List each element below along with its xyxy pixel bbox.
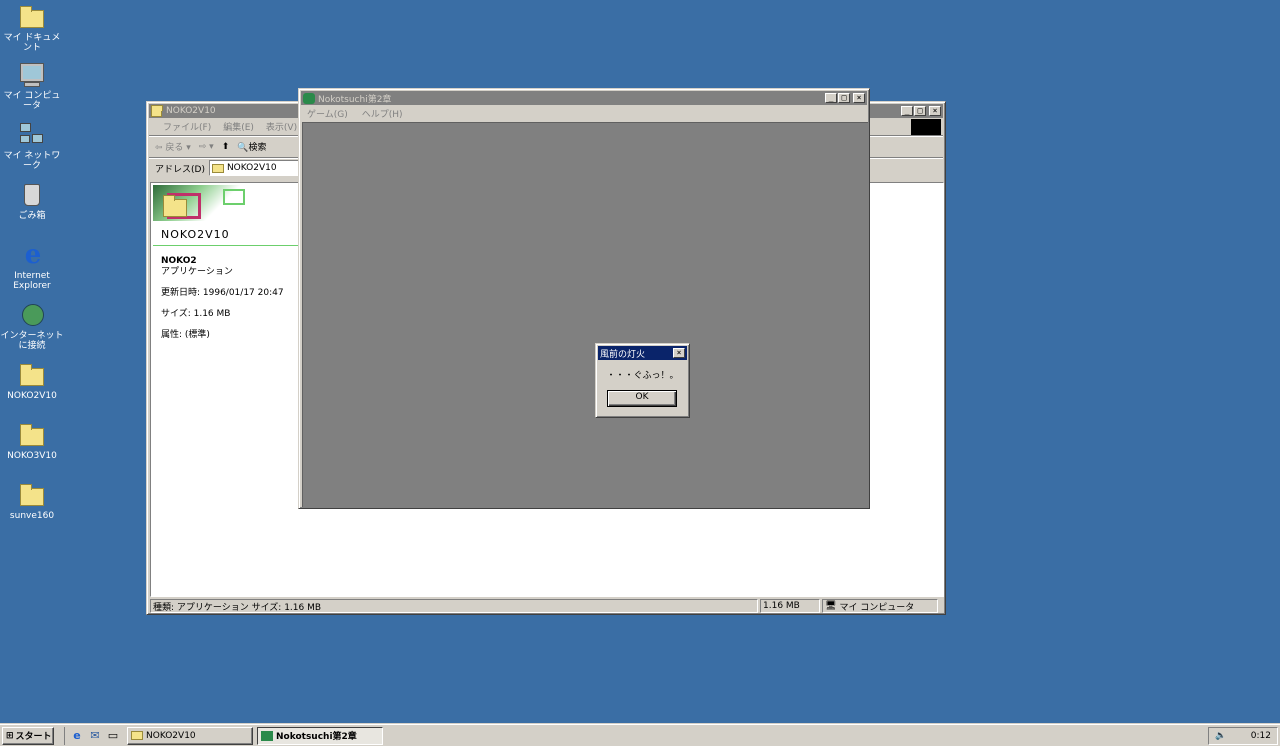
recycle-bin-icon (18, 182, 46, 208)
dialog-message: ・・・ぐふっ！。 (606, 371, 679, 381)
back-button[interactable]: ⇦ 戻る ▾ (155, 140, 191, 153)
start-label: スタート (15, 732, 52, 742)
windows-logo-icon (911, 118, 941, 135)
desktop-icon-label: マイ ネットワーク (3, 151, 61, 171)
menu-help[interactable]: ヘルプ(H) (362, 107, 403, 120)
system-tray: 🔈 0:12 (1208, 726, 1278, 745)
folder-icon (131, 731, 143, 740)
task-label: NOKO2V10 (146, 730, 196, 741)
desktop-icon-noko2v10[interactable]: NOKO2V10 (0, 362, 64, 401)
folder-icon (18, 362, 46, 388)
computer-icon (18, 62, 46, 88)
menu-view[interactable]: 表示(V) (266, 120, 297, 133)
folder-icon (18, 422, 46, 448)
item-name: NOKO2 (161, 256, 197, 266)
search-label: 検索 (248, 143, 267, 153)
menu-edit[interactable]: 編集(E) (223, 120, 254, 133)
up-folder-icon[interactable]: ⬆ (222, 142, 230, 152)
quick-launch: e ✉ ▭ (64, 726, 123, 745)
game-window[interactable]: Nokotsuchi第2章 _ □ × ゲーム(G) ヘルプ(H) (298, 88, 870, 509)
minimize-button[interactable]: _ (901, 106, 913, 116)
menu-game[interactable]: ゲーム(G) (307, 107, 348, 120)
desktop-icon-label: インターネットに接続 (0, 331, 64, 351)
volume-icon[interactable]: 🔈 (1215, 731, 1226, 741)
details-pane: NOKO2V10 NOKO2 アプリケーション 更新日時: 1996/01/17… (153, 185, 299, 341)
desktop-icon-sunve160[interactable]: sunve160 (0, 482, 64, 521)
app-icon (303, 92, 315, 104)
desktop-icon-label: ごみ箱 (18, 211, 46, 221)
address-value: NOKO2V10 (226, 163, 277, 173)
item-size: サイズ: 1.16 MB (161, 309, 231, 319)
connect-internet-icon (18, 302, 46, 328)
desktop-icon-my-computer[interactable]: マイ コンピュータ (0, 62, 64, 111)
desktop-icon-recycle-bin[interactable]: ごみ箱 (0, 182, 64, 221)
app-icon (261, 730, 273, 741)
menu-file[interactable]: ファイル(F) (163, 120, 211, 133)
status-info: 種類: アプリケーション サイズ: 1.16 MB (150, 599, 758, 613)
desktop-icon-connect-internet[interactable]: インターネットに接続 (0, 302, 64, 351)
desktop-icon-label: NOKO3V10 (7, 451, 57, 461)
game-titlebar[interactable]: Nokotsuchi第2章 _ □ × (301, 91, 867, 105)
item-type: アプリケーション (161, 267, 233, 277)
status-zone-label: マイ コンピュータ (839, 602, 915, 613)
address-label: アドレス(D) (155, 164, 205, 175)
game-canvas[interactable] (302, 122, 868, 507)
folder-icon (163, 195, 187, 217)
desktop-icon-internet-explorer[interactable]: e Internet Explorer (0, 242, 64, 291)
outlook-icon[interactable]: ✉ (87, 728, 103, 744)
network-icon (18, 122, 46, 148)
windows-logo-icon: ⊞ (6, 730, 14, 741)
close-button[interactable]: × (673, 348, 685, 358)
clock[interactable]: 0:12 (1251, 731, 1271, 741)
computer-icon: 🖥 (825, 601, 837, 611)
status-zone: 🖥 マイ コンピュータ (822, 599, 938, 613)
internet-explorer-icon: e (24, 240, 42, 270)
item-modified: 更新日時: 1996/01/17 20:47 (161, 288, 284, 298)
task-label: Nokotsuchi第2章 (276, 732, 357, 742)
desktop-icon-noko3v10[interactable]: NOKO3V10 (0, 422, 64, 461)
game-menubar: ゲーム(G) ヘルプ(H) (301, 105, 867, 121)
folder-icon (18, 482, 46, 508)
show-desktop-icon[interactable]: ▭ (105, 728, 121, 744)
maximize-button[interactable]: □ (914, 106, 926, 116)
close-button[interactable]: × (853, 93, 865, 103)
minimize-button[interactable]: _ (825, 93, 837, 103)
taskbar: ⊞ スタート e ✉ ▭ NOKO2V10 Nokotsuchi第2章 🔈 0:… (0, 724, 1280, 746)
folder-icon (211, 163, 224, 173)
folder-name: NOKO2V10 (161, 228, 230, 241)
status-bar: 種類: アプリケーション サイズ: 1.16 MB 1.16 MB 🖥 マイ コン… (150, 599, 944, 613)
desktop-icon-label: NOKO2V10 (7, 391, 57, 401)
message-dialog[interactable]: 風前の灯火 × ・・・ぐふっ！。 OK (595, 343, 690, 418)
search-icon: 🔍 (237, 143, 249, 153)
dialog-titlebar[interactable]: 風前の灯火 × (598, 346, 687, 360)
desktop-icon-label: sunve160 (9, 511, 55, 521)
window-title: Nokotsuchi第2章 (318, 94, 392, 105)
close-button[interactable]: × (929, 106, 941, 116)
item-attributes: 属性: (標準) (161, 330, 210, 340)
dialog-title: 風前の灯火 (600, 349, 646, 360)
desktop-icon-my-documents[interactable]: マイ ドキュメント (0, 4, 64, 53)
task-button-explorer[interactable]: NOKO2V10 (127, 726, 253, 745)
forward-button[interactable]: ⇨ ▾ (199, 142, 214, 152)
desktop-icon-label: マイ ドキュメント (3, 33, 61, 53)
desktop-icon-label: マイ コンピュータ (3, 91, 61, 111)
task-button-game[interactable]: Nokotsuchi第2章 (257, 726, 383, 745)
maximize-button[interactable]: □ (838, 93, 850, 103)
status-size: 1.16 MB (760, 599, 820, 613)
desktop-icon-my-network[interactable]: マイ ネットワーク (0, 122, 64, 171)
search-button[interactable]: 🔍検索 (237, 140, 266, 153)
ok-button[interactable]: OK (607, 390, 677, 407)
folder-icon (18, 4, 46, 30)
desktop-icon-label: Internet Explorer (13, 271, 51, 291)
start-button[interactable]: ⊞ スタート (2, 726, 54, 745)
internet-explorer-icon[interactable]: e (69, 728, 85, 744)
folder-banner (153, 185, 299, 225)
folder-icon (151, 104, 163, 117)
